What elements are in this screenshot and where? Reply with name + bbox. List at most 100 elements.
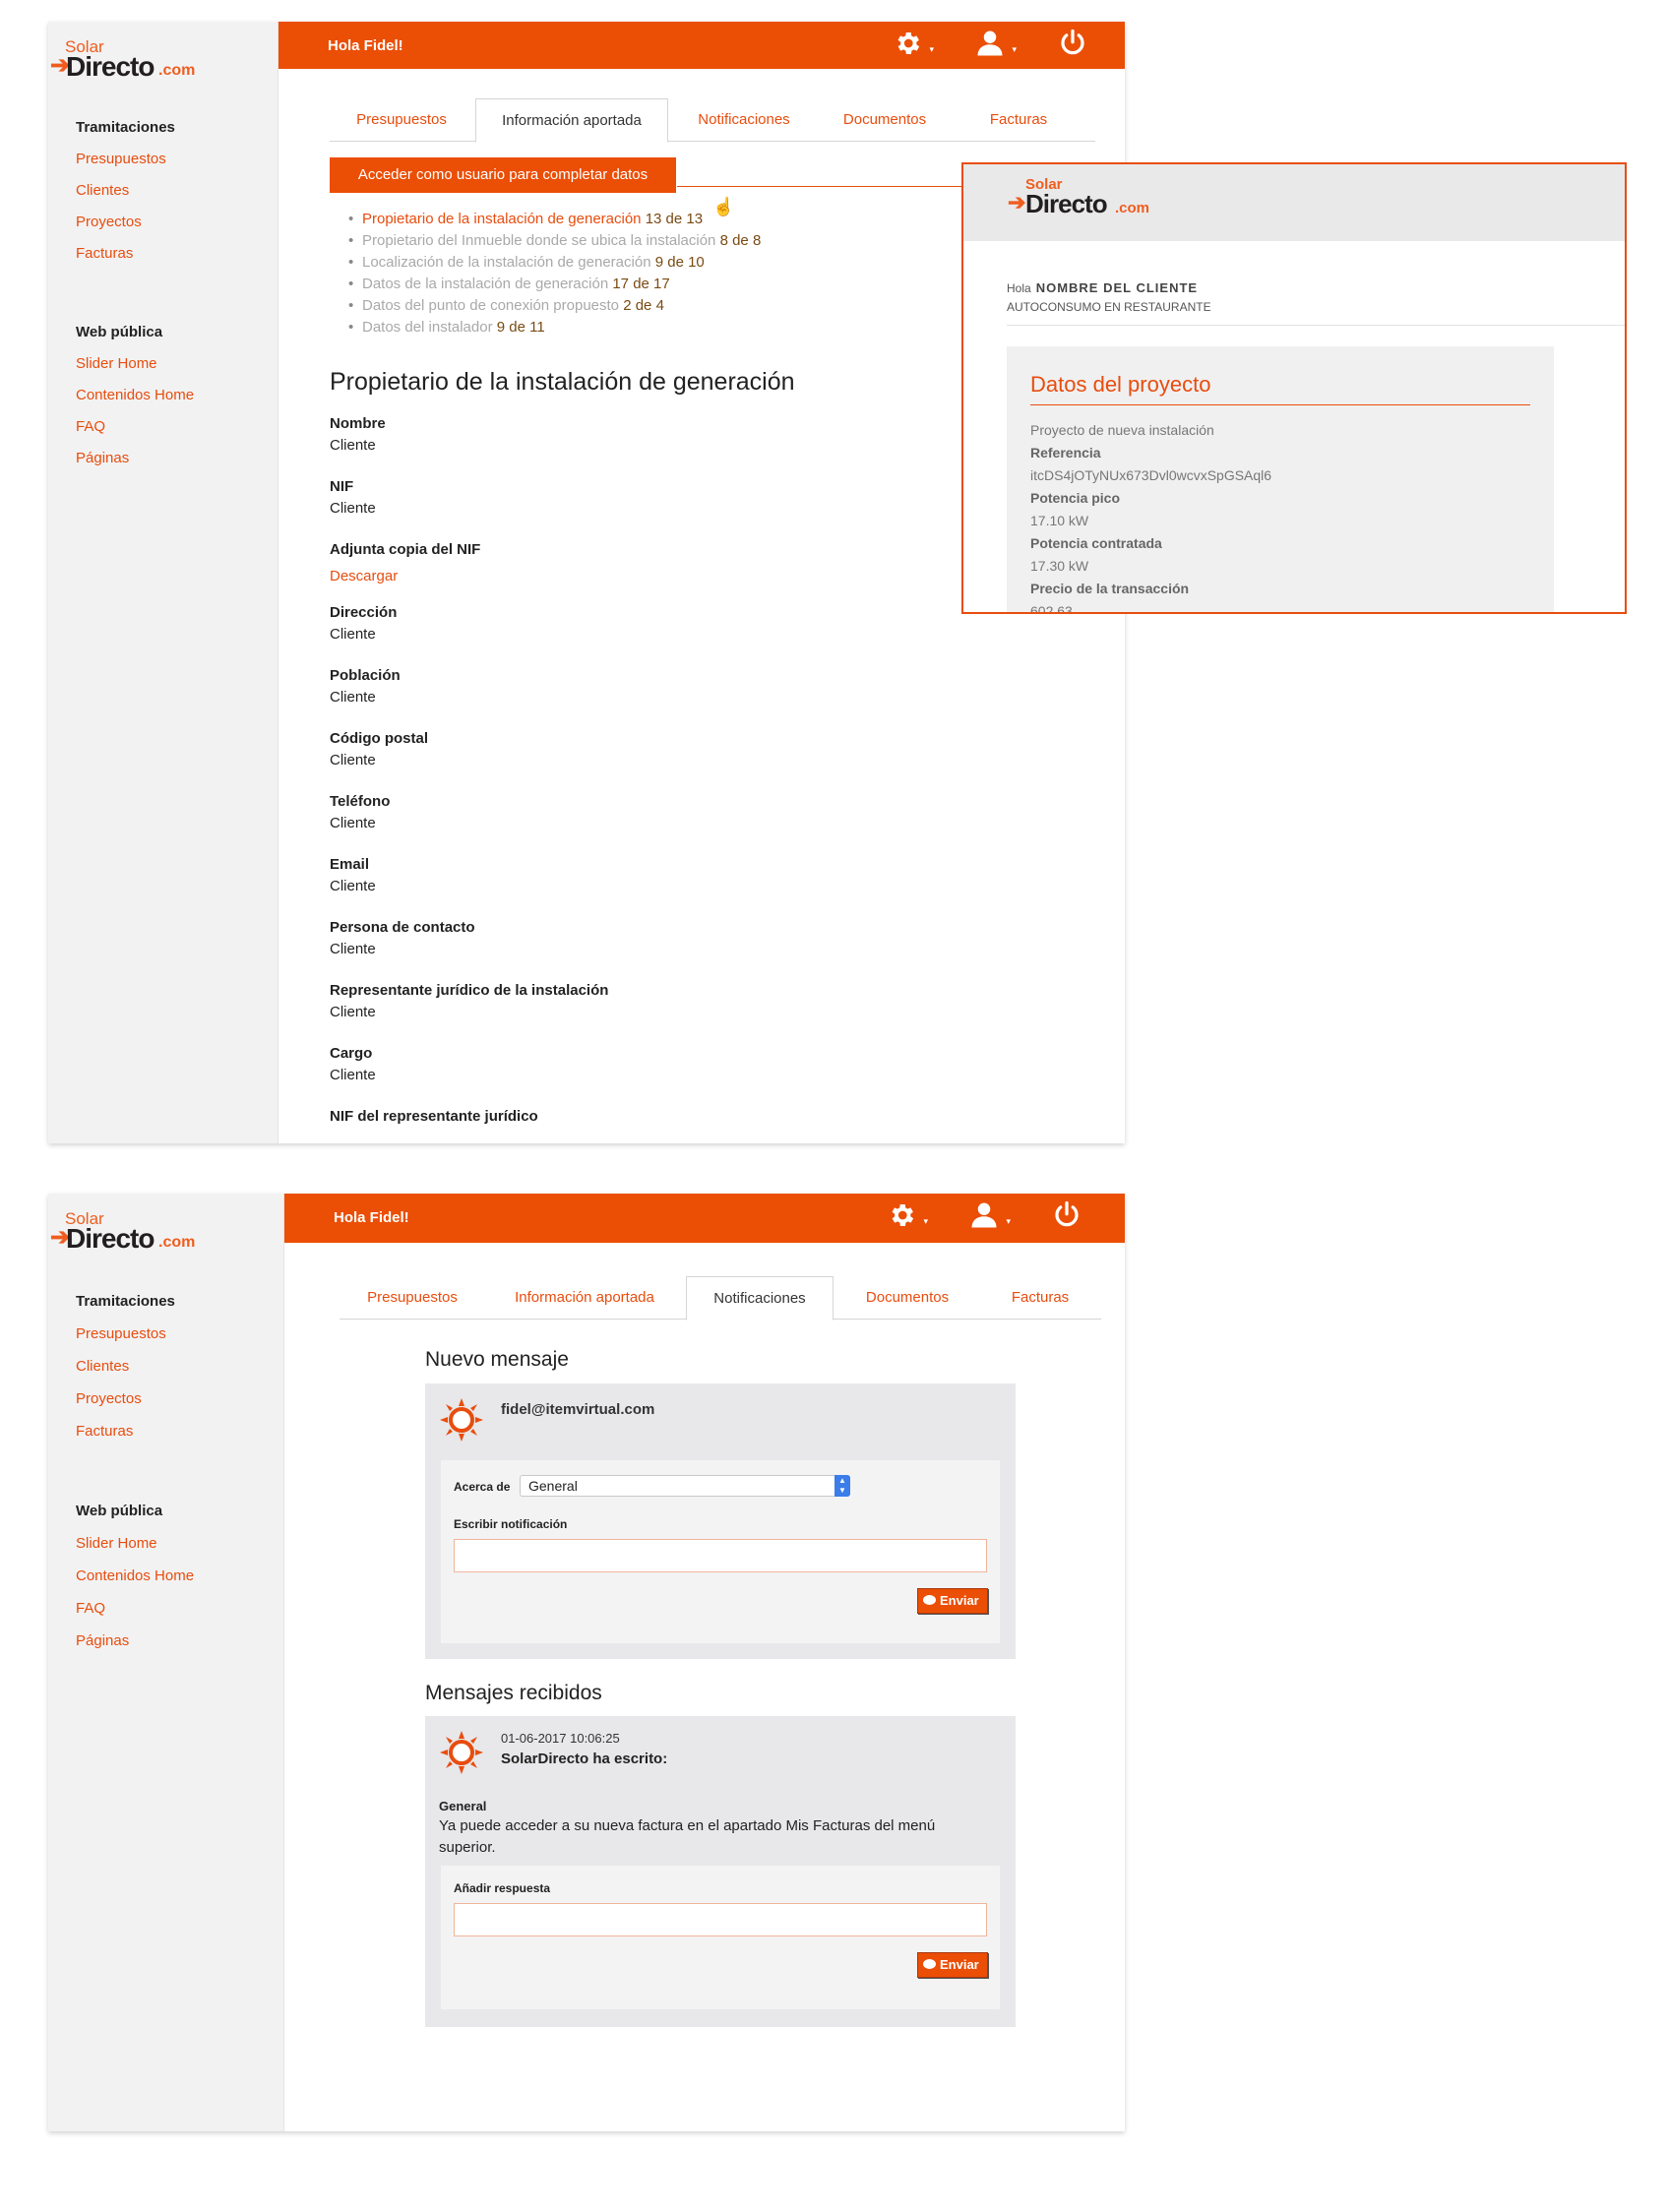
message-date: 01-06-2017 10:06:25 bbox=[501, 1731, 620, 1746]
client-name: NOMBRE DEL CLIENTE bbox=[1035, 280, 1199, 295]
gear-icon bbox=[897, 32, 920, 54]
logo-directo-text: Directo bbox=[66, 51, 155, 82]
reply-send-button[interactable]: Enviar bbox=[917, 1952, 988, 1978]
power-icon bbox=[1061, 29, 1084, 55]
select-arrows-icon: ▲ ▼ bbox=[834, 1475, 850, 1497]
sidebar-section-tramitaciones: Tramitaciones Presupuestos Clientes Proy… bbox=[76, 1285, 273, 1447]
top-bar: Hola Fidel! ▾ ▾ bbox=[278, 22, 1125, 69]
tab-presupuestos[interactable]: Presupuestos bbox=[330, 98, 473, 142]
tab-notificaciones[interactable]: Notificaciones bbox=[686, 1276, 834, 1321]
message-category: General bbox=[439, 1799, 487, 1813]
sidebar-item-slider-home[interactable]: Slider Home bbox=[76, 348, 273, 380]
owner-fields: Nombre Cliente NIF Cliente Adjunta copia d… bbox=[330, 413, 608, 1143]
progress-item[interactable]: Propietario de la instalación de generac… bbox=[348, 209, 761, 230]
sidebar-item-faq[interactable]: FAQ bbox=[76, 411, 273, 443]
sidebar-item-contenidos-home[interactable]: Contenidos Home bbox=[76, 380, 273, 411]
logo[interactable]: Solar ➔ Directo .com bbox=[48, 1199, 245, 1259]
power-icon bbox=[1055, 1200, 1079, 1227]
sender-email: fidel@itemvirtual.com bbox=[501, 1401, 655, 1418]
tab-informacion-aportada[interactable]: Información aportada bbox=[485, 1276, 684, 1320]
field-nif: NIF Cliente bbox=[330, 478, 376, 517]
sidebar-heading: Tramitaciones bbox=[76, 1293, 175, 1310]
sidebar-item-proyectos[interactable]: Proyectos bbox=[76, 1382, 273, 1415]
sidebar-item-proyectos[interactable]: Proyectos bbox=[76, 207, 273, 238]
user-menu[interactable]: ▾ bbox=[969, 1200, 1013, 1236]
email-greeting: Hola NOMBRE DEL CLIENTE bbox=[1007, 280, 1199, 295]
project-data-box: Datos del proyecto Proyecto de nueva ins… bbox=[1007, 346, 1554, 612]
progress-item[interactable]: Datos del punto de conexión propuesto 2 … bbox=[348, 295, 761, 317]
field-nombre: Nombre Cliente bbox=[330, 415, 386, 454]
download-link[interactable]: Descargar bbox=[330, 565, 608, 588]
email-subtitle: AUTOCONSUMO EN RESTAURANTE bbox=[1007, 300, 1211, 314]
about-select[interactable]: General ▲ ▼ bbox=[520, 1475, 850, 1497]
sidebar-item-paginas[interactable]: Páginas bbox=[76, 443, 273, 474]
email-logo: Solar ➔ Directo .com bbox=[1008, 176, 1150, 218]
email-preview-panel: Solar ➔ Directo .com Hola NOMBRE DEL CLIE… bbox=[961, 162, 1627, 614]
received-messages-title: Mensajes recibidos bbox=[425, 1682, 602, 1704]
sidebar-item-paginas[interactable]: Páginas bbox=[76, 1625, 273, 1657]
sidebar-item-facturas[interactable]: Facturas bbox=[76, 238, 273, 270]
field-telefono: Teléfono Cliente bbox=[330, 793, 391, 831]
greeting: Hola Fidel! bbox=[334, 1209, 409, 1226]
tab-facturas[interactable]: Facturas bbox=[952, 98, 1085, 142]
progress-item[interactable]: Datos del instalador 9 de 11 bbox=[348, 317, 761, 338]
callout-connector bbox=[677, 186, 962, 187]
logout-button[interactable] bbox=[1052, 1200, 1095, 1236]
sidebar: Solar ➔ Directo .com Tramitaciones Presu… bbox=[48, 1194, 284, 2131]
sidebar-item-faq[interactable]: FAQ bbox=[76, 1592, 273, 1625]
sidebar-heading: Web pública bbox=[76, 324, 163, 340]
field-email: Email Cliente bbox=[330, 856, 376, 894]
row-label: Potencia pico bbox=[1030, 490, 1121, 506]
screen-notificaciones: Solar ➔ Directo .com Tramitaciones Presu… bbox=[48, 1194, 1125, 2131]
sun-avatar-icon bbox=[440, 1398, 483, 1442]
reply-form: Añadir respuesta Enviar bbox=[441, 1866, 1000, 2009]
logout-button[interactable] bbox=[1058, 29, 1101, 64]
sidebar-item-slider-home[interactable]: Slider Home bbox=[76, 1527, 273, 1560]
sidebar-item-presupuestos[interactable]: Presupuestos bbox=[76, 144, 273, 175]
greeting: Hola Fidel! bbox=[328, 37, 403, 54]
access-as-user-button[interactable]: Acceder como usuario para completar dato… bbox=[330, 157, 676, 193]
tab-notificaciones[interactable]: Notificaciones bbox=[670, 98, 818, 142]
chat-bubble-icon bbox=[923, 1595, 936, 1605]
sidebar-item-facturas[interactable]: Facturas bbox=[76, 1415, 273, 1447]
tab-presupuestos[interactable]: Presupuestos bbox=[340, 1276, 485, 1320]
message-author: SolarDirecto ha escrito: bbox=[501, 1751, 668, 1767]
chevron-down-icon: ▾ bbox=[923, 1216, 928, 1226]
progress-item[interactable]: Localización de la instalación de genera… bbox=[348, 252, 761, 274]
progress-item[interactable]: Propietario del Inmueble donde se ubica … bbox=[348, 230, 761, 252]
logo[interactable]: Solar ➔ Directo .com bbox=[48, 28, 245, 87]
chat-bubble-icon bbox=[923, 1959, 936, 1969]
reply-input[interactable] bbox=[454, 1903, 987, 1936]
send-button[interactable]: Enviar bbox=[917, 1588, 988, 1614]
user-menu[interactable]: ▾ bbox=[975, 29, 1019, 64]
sidebar-item-clientes[interactable]: Clientes bbox=[76, 175, 273, 207]
divider bbox=[1030, 404, 1530, 405]
chevron-down-icon: ▾ bbox=[929, 44, 934, 54]
field-nif-representante: NIF del representante jurídico bbox=[330, 1108, 538, 1125]
project-data-title: Datos del proyecto bbox=[1030, 372, 1211, 397]
about-label: Acerca de bbox=[454, 1480, 511, 1494]
progress-item[interactable]: Datos de la instalación de generación 17… bbox=[348, 274, 761, 295]
gear-icon bbox=[892, 1204, 914, 1226]
project-type: Proyecto de nueva instalación bbox=[1030, 422, 1214, 438]
received-message-panel: 01-06-2017 10:06:25 SolarDirecto ha escr… bbox=[425, 1716, 1016, 2027]
sun-avatar-icon bbox=[440, 1731, 483, 1774]
notification-input[interactable] bbox=[454, 1539, 987, 1572]
tab-informacion-aportada[interactable]: Información aportada bbox=[475, 98, 668, 143]
settings-menu[interactable]: ▾ bbox=[893, 29, 936, 64]
sidebar-item-presupuestos[interactable]: Presupuestos bbox=[76, 1318, 273, 1350]
tabs: Presupuestos Información aportada Notifi… bbox=[340, 1276, 1101, 1321]
tabs: Presupuestos Información aportada Notifi… bbox=[330, 98, 1095, 143]
field-poblacion: Población Cliente bbox=[330, 667, 401, 706]
field-persona-contacto: Persona de contacto Cliente bbox=[330, 919, 475, 957]
row-value: 17.10 kW bbox=[1030, 513, 1089, 528]
sidebar-section-web-publica: Web pública Slider Home Contenidos Home … bbox=[76, 317, 273, 474]
user-icon bbox=[971, 1202, 997, 1228]
sidebar-item-clientes[interactable]: Clientes bbox=[76, 1350, 273, 1382]
new-message-form: Acerca de General ▲ ▼ Escribir notificaci… bbox=[441, 1460, 1000, 1643]
sidebar-item-contenidos-home[interactable]: Contenidos Home bbox=[76, 1560, 273, 1592]
tab-documentos[interactable]: Documentos bbox=[818, 98, 952, 142]
settings-menu[interactable]: ▾ bbox=[887, 1200, 930, 1236]
tab-documentos[interactable]: Documentos bbox=[835, 1276, 979, 1320]
tab-facturas[interactable]: Facturas bbox=[979, 1276, 1101, 1320]
